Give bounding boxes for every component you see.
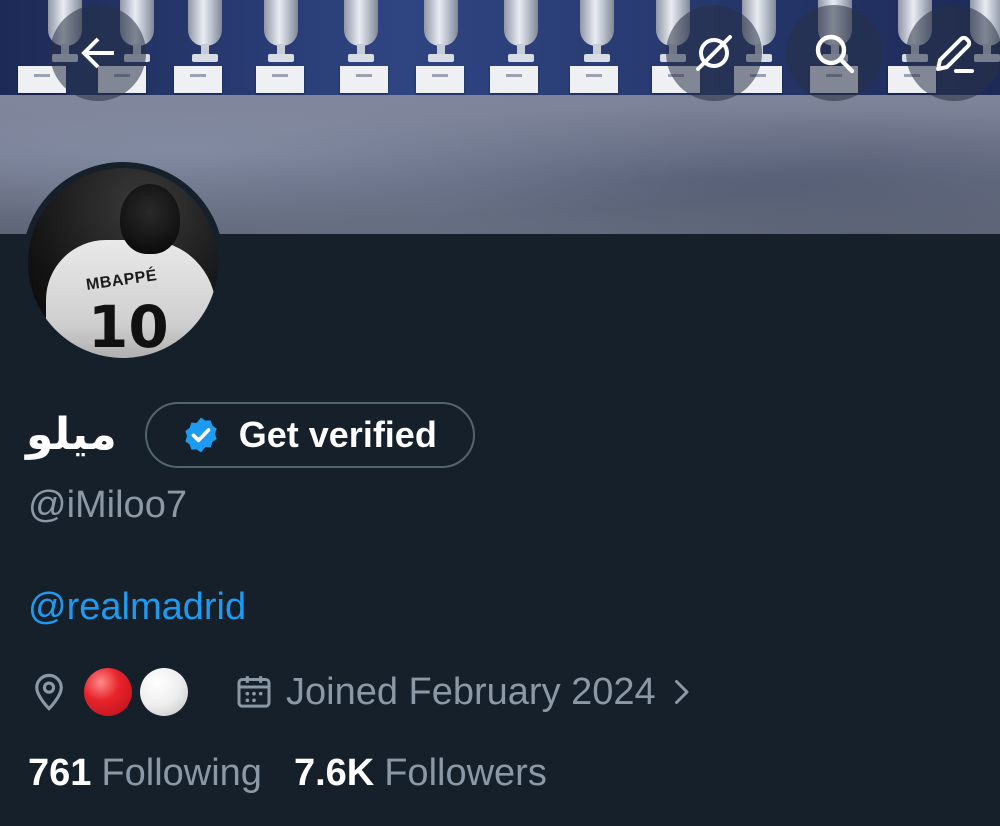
- trophy-plaque: [256, 66, 304, 93]
- grok-button[interactable]: [666, 5, 762, 101]
- display-name: ميلو: [26, 409, 117, 460]
- trophy-image: [256, 0, 306, 64]
- trophy-plaque: [570, 66, 618, 93]
- avatar[interactable]: MBAPPÉ 10: [22, 162, 224, 364]
- calendar-icon: [237, 676, 271, 708]
- location-pin-icon: [35, 673, 63, 711]
- back-button[interactable]: [50, 5, 146, 101]
- trophy-image: [336, 0, 386, 64]
- trophy-plaque: [416, 66, 464, 93]
- trophy-plaque: [174, 66, 222, 93]
- following-link[interactable]: 761 Following: [28, 752, 262, 795]
- get-verified-button[interactable]: Get verified: [144, 402, 475, 468]
- following-label: Following: [101, 752, 262, 794]
- trophy-plaque: [490, 66, 538, 93]
- grok-icon: [696, 35, 732, 71]
- avatar-image: MBAPPÉ 10: [28, 168, 218, 358]
- verified-badge-icon: [185, 417, 217, 453]
- profile-meta-row: Joined February 2024: [28, 664, 696, 720]
- trophy-image: [496, 0, 546, 64]
- red-circle-emoji: [84, 668, 132, 716]
- followers-count: 7.6K: [293, 752, 375, 794]
- chevron-right-icon[interactable]: [666, 674, 696, 710]
- profile-handle: @iMiloo7: [28, 484, 187, 526]
- trophy-image: [416, 0, 466, 64]
- search-icon: [815, 34, 855, 74]
- profile-stats: 761 Following 7.6K Followers: [28, 752, 547, 800]
- arrow-left-icon: [81, 37, 114, 69]
- followers-link[interactable]: 7.6K Followers: [294, 752, 547, 795]
- trophy-plaque: [340, 66, 388, 93]
- get-verified-label: Get verified: [238, 414, 437, 455]
- bio-mention-link[interactable]: @realmadrid: [28, 586, 246, 629]
- trophy-image: [180, 0, 230, 64]
- followers-label: Followers: [384, 752, 547, 794]
- compose-icon: [936, 35, 974, 73]
- joined-date[interactable]: Joined February 2024: [286, 671, 656, 714]
- profile-name-row: ميلو Get verified: [26, 398, 475, 472]
- white-circle-emoji: [140, 668, 188, 716]
- compose-button[interactable]: [906, 5, 1000, 101]
- search-button[interactable]: [786, 5, 882, 101]
- trophy-image: [572, 0, 622, 64]
- following-count: 761: [28, 752, 92, 794]
